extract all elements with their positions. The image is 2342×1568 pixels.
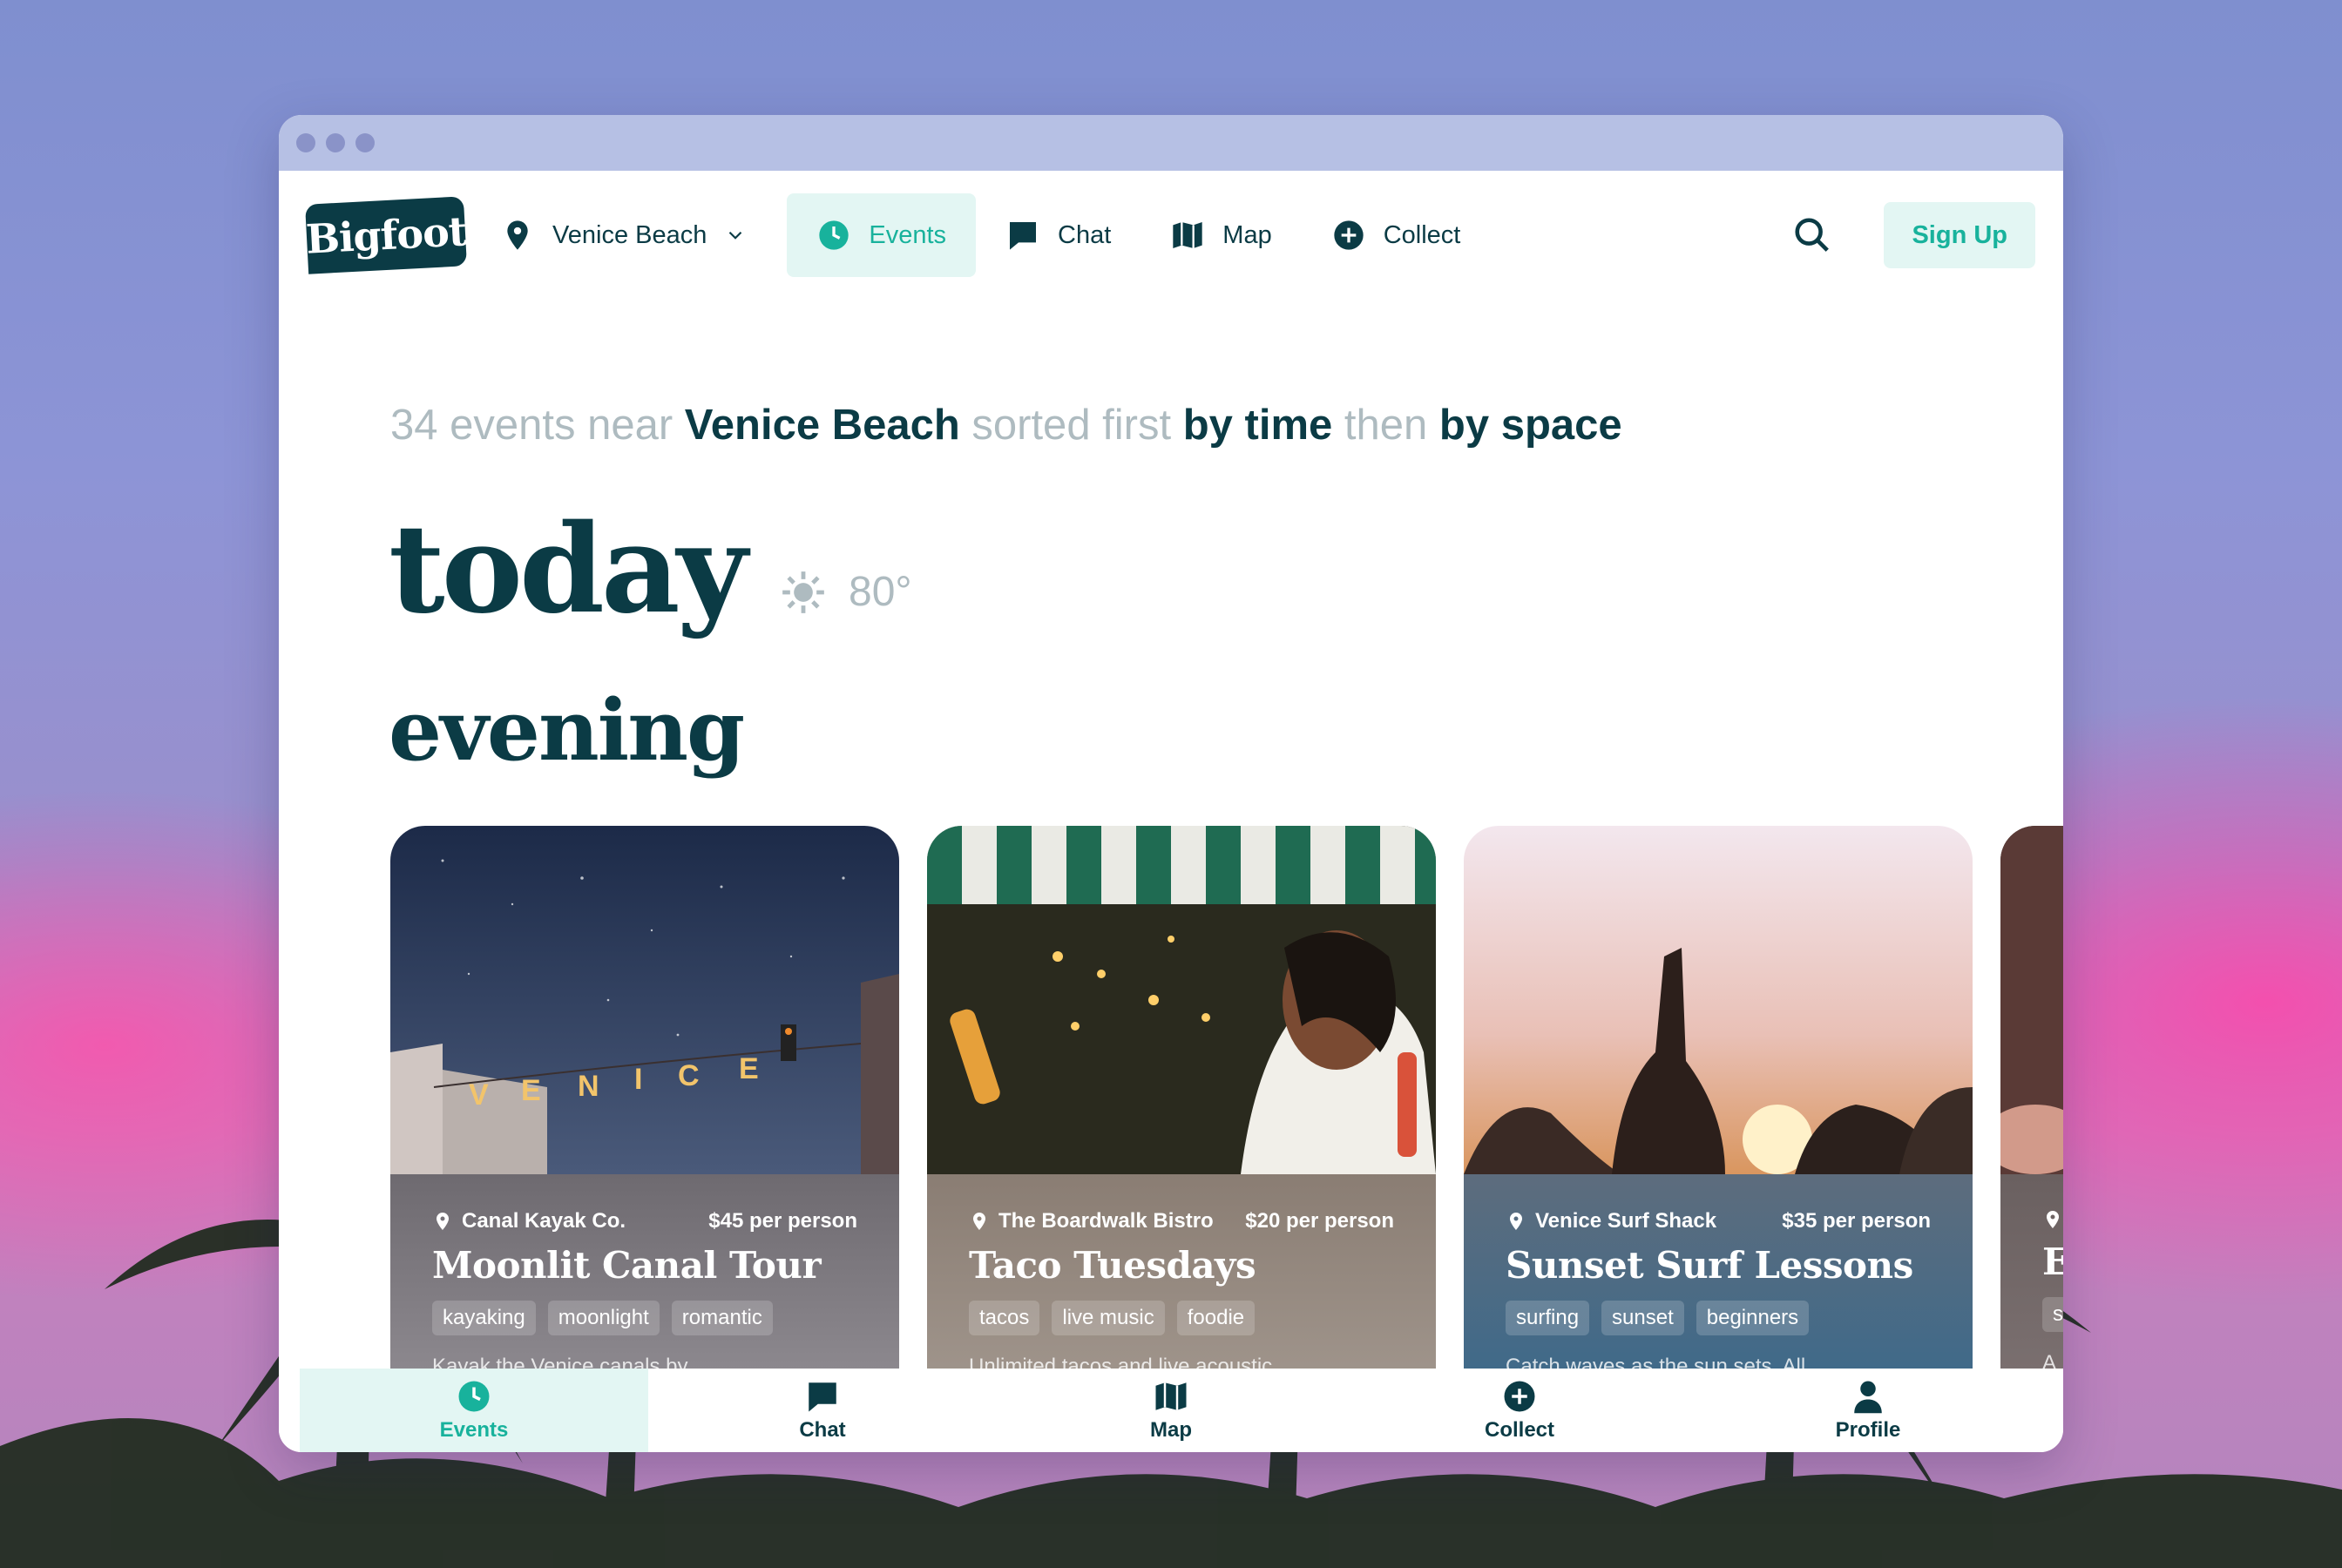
map-icon bbox=[1155, 1382, 1187, 1410]
event-title[interactable]: Moonlit Canal Tour bbox=[432, 1244, 857, 1287]
nav-events[interactable]: Events bbox=[787, 193, 977, 277]
weather-indicator: 80° bbox=[781, 568, 912, 616]
svg-text:C: C bbox=[678, 1059, 700, 1092]
plus-circle-icon bbox=[1504, 1381, 1535, 1412]
bigfoot-logo[interactable]: Bigfoot bbox=[305, 196, 467, 274]
day-heading: today bbox=[389, 498, 748, 641]
event-venue: Canal Kayak Co. bbox=[462, 1209, 626, 1233]
event-photo bbox=[2000, 826, 2063, 1174]
event-tag[interactable]: beginners bbox=[1696, 1301, 1810, 1335]
nav-map[interactable]: Map bbox=[1141, 193, 1301, 277]
clock-icon bbox=[819, 220, 849, 250]
event-tag[interactable]: sunset bbox=[1601, 1301, 1684, 1335]
nav-chat-label: Chat bbox=[1058, 220, 1112, 249]
event-card[interactable]: VENICE Canal Kayak Co. $45 per person Mo… bbox=[390, 826, 899, 1383]
person-icon bbox=[1854, 1381, 1882, 1414]
bottom-nav-label: Collect bbox=[1484, 1418, 1554, 1442]
event-tag[interactable]: surfing bbox=[1506, 1301, 1590, 1335]
map-pin-icon bbox=[2047, 1211, 2059, 1228]
map-pin-icon bbox=[1510, 1213, 1522, 1230]
nav-map-label: Map bbox=[1222, 220, 1272, 249]
nav-chat[interactable]: Chat bbox=[976, 193, 1141, 277]
event-tag[interactable]: moonlight bbox=[547, 1301, 660, 1335]
event-tag[interactable]: s bbox=[2042, 1297, 2063, 1332]
event-photo: VENICE bbox=[390, 826, 899, 1174]
window-minimize-dot[interactable] bbox=[326, 133, 345, 152]
summary-text-2: sorted first bbox=[959, 402, 1183, 449]
bottom-nav-label: Profile bbox=[1835, 1418, 1901, 1442]
svg-text:N: N bbox=[578, 1070, 599, 1103]
chat-bubble-icon bbox=[1010, 222, 1037, 250]
event-price: $20 per person bbox=[1245, 1209, 1394, 1233]
bottom-nav-collect[interactable]: Collect bbox=[1345, 1369, 1694, 1452]
event-tag[interactable]: foodie bbox=[1176, 1301, 1256, 1335]
summary-place[interactable]: Venice Beach bbox=[685, 402, 960, 449]
bottom-nav-events[interactable]: Events bbox=[300, 1369, 648, 1452]
location-label: Venice Beach bbox=[552, 220, 707, 249]
sort-by-time[interactable]: by time bbox=[1183, 402, 1333, 449]
event-tag[interactable]: kayaking bbox=[432, 1301, 536, 1335]
window-close-dot[interactable] bbox=[296, 133, 315, 152]
bottom-nav-label: Map bbox=[1150, 1418, 1192, 1442]
sign-up-button[interactable]: Sign Up bbox=[1884, 202, 2035, 268]
location-selector[interactable]: Venice Beach bbox=[500, 193, 787, 277]
sun-icon bbox=[782, 571, 824, 613]
svg-text:E: E bbox=[739, 1052, 759, 1085]
event-title[interactable]: E bbox=[2042, 1240, 2063, 1283]
search-icon bbox=[1795, 218, 1830, 252]
temperature: 80° bbox=[849, 569, 912, 615]
event-title[interactable]: Taco Tuesdays bbox=[969, 1244, 1394, 1287]
event-info: E s A bbox=[2000, 1174, 2063, 1383]
nav-events-label: Events bbox=[869, 220, 947, 249]
search-button[interactable] bbox=[1786, 209, 1838, 261]
plus-circle-icon bbox=[1334, 220, 1364, 250]
map-icon bbox=[1173, 222, 1202, 248]
event-venue: Venice Surf Shack bbox=[1535, 1209, 1717, 1233]
top-navigation: Bigfoot Venice Beach Events Chat Map Col… bbox=[279, 171, 2063, 300]
time-section-heading: evening bbox=[389, 681, 745, 780]
bottom-navigation: Events Chat Map Collect Profile bbox=[279, 1369, 2063, 1452]
event-tag[interactable]: romantic bbox=[671, 1301, 773, 1335]
window-titlebar bbox=[279, 115, 2063, 171]
event-tag[interactable]: tacos bbox=[969, 1301, 1040, 1335]
chat-bubble-icon bbox=[809, 1382, 836, 1412]
event-photo bbox=[1464, 826, 1973, 1174]
window-maximize-dot[interactable] bbox=[355, 133, 375, 152]
svg-text:E: E bbox=[521, 1074, 541, 1107]
browser-window: Bigfoot Venice Beach Events Chat Map Col… bbox=[279, 115, 2063, 1452]
bottom-nav-label: Events bbox=[439, 1418, 509, 1442]
nav-collect-label: Collect bbox=[1383, 220, 1461, 249]
event-card[interactable]: The Boardwalk Bistro $20 per person Taco… bbox=[927, 826, 1436, 1383]
map-pin-icon bbox=[507, 220, 528, 250]
event-card[interactable]: E s A bbox=[2000, 826, 2063, 1383]
event-title[interactable]: Sunset Surf Lessons bbox=[1506, 1244, 1931, 1287]
event-price: $35 per person bbox=[1782, 1209, 1931, 1233]
bottom-nav-chat[interactable]: Chat bbox=[648, 1369, 997, 1452]
summary-text-1: 34 events near bbox=[390, 402, 685, 449]
event-info: The Boardwalk Bistro $20 per person Taco… bbox=[927, 1174, 1436, 1383]
summary-text-3: then bbox=[1332, 402, 1439, 449]
event-tag[interactable]: live music bbox=[1052, 1301, 1165, 1335]
event-card[interactable]: Venice Surf Shack $35 per person Sunset … bbox=[1464, 826, 1973, 1383]
svg-text:I: I bbox=[634, 1063, 642, 1096]
bottom-nav-profile[interactable]: Profile bbox=[1694, 1369, 2042, 1452]
event-price: $45 per person bbox=[708, 1209, 857, 1233]
event-cards-carousel: VENICE Canal Kayak Co. $45 per person Mo… bbox=[390, 826, 2063, 1383]
sort-by-space[interactable]: by space bbox=[1439, 402, 1622, 449]
svg-text:V: V bbox=[469, 1078, 489, 1112]
event-info: Venice Surf Shack $35 per person Sunset … bbox=[1464, 1174, 1973, 1383]
nav-collect[interactable]: Collect bbox=[1302, 193, 1491, 277]
event-venue: The Boardwalk Bistro bbox=[998, 1209, 1214, 1233]
event-info: Canal Kayak Co. $45 per person Moonlit C… bbox=[390, 1174, 899, 1383]
event-photo bbox=[927, 826, 1436, 1174]
map-pin-icon bbox=[973, 1213, 985, 1230]
bottom-nav-label: Chat bbox=[799, 1418, 846, 1442]
map-pin-icon bbox=[437, 1213, 449, 1230]
events-summary: 34 events near Venice Beach sorted first… bbox=[390, 401, 1622, 449]
chevron-down-icon bbox=[729, 231, 742, 240]
bottom-nav-map[interactable]: Map bbox=[997, 1369, 1345, 1452]
clock-icon bbox=[458, 1381, 490, 1412]
